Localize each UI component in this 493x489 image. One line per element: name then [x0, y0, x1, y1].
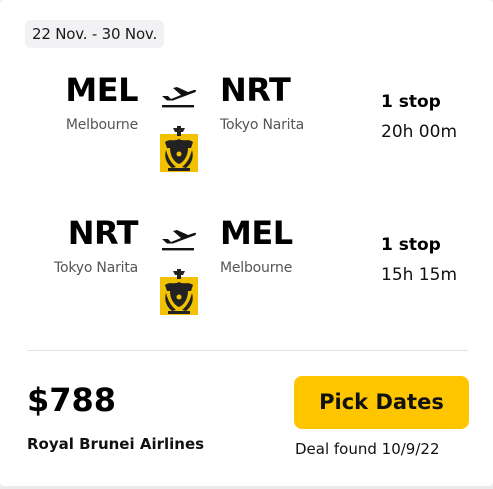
price: $788 [27, 381, 117, 419]
destination: MEL Melbourne [220, 213, 293, 277]
airline-name: Royal Brunei Airlines [27, 435, 205, 453]
plane-takeoff-icon [162, 230, 197, 251]
destination-city: Melbourne [220, 260, 293, 276]
flight-duration: 20h 00m [381, 122, 458, 142]
origin-city: Melbourne [65, 117, 138, 133]
flight-duration: 15h 15m [381, 265, 458, 285]
origin-city: Tokyo Narita [53, 260, 138, 276]
plane-takeoff-icon [162, 87, 197, 108]
stops-count: 1 stop [381, 235, 441, 255]
outbound-leg: MEL Melbourne NRT Tokyo Narita 1 stop 20… [0, 60, 493, 190]
royal-brunei-logo-icon [160, 126, 198, 172]
divider [27, 350, 468, 351]
destination-code: NRT [220, 71, 291, 109]
royal-brunei-logo-icon [160, 269, 198, 315]
leg-info: 1 stop 20h 00m [381, 90, 457, 144]
origin: MEL Melbourne [65, 70, 138, 134]
flight-deal-card[interactable]: 22 Nov. - 30 Nov. MEL Melbourne NRT Toky… [0, 0, 493, 486]
origin: NRT Tokyo Narita [53, 213, 139, 277]
stops-count: 1 stop [381, 92, 441, 112]
leg-info: 1 stop 15h 15m [381, 233, 457, 287]
deal-found-date: Deal found 10/9/22 [295, 440, 440, 458]
date-range-chip: 22 Nov. - 30 Nov. [25, 20, 165, 48]
return-leg: NRT Tokyo Narita MEL Melbourne 1 stop 15… [0, 203, 493, 333]
pick-dates-button[interactable]: Pick Dates [294, 376, 469, 429]
destination-code: MEL [220, 214, 293, 252]
origin-code: NRT [67, 214, 139, 252]
destination: NRT Tokyo Narita [220, 70, 304, 134]
destination-city: Tokyo Narita [220, 117, 305, 133]
origin-code: MEL [65, 71, 138, 109]
